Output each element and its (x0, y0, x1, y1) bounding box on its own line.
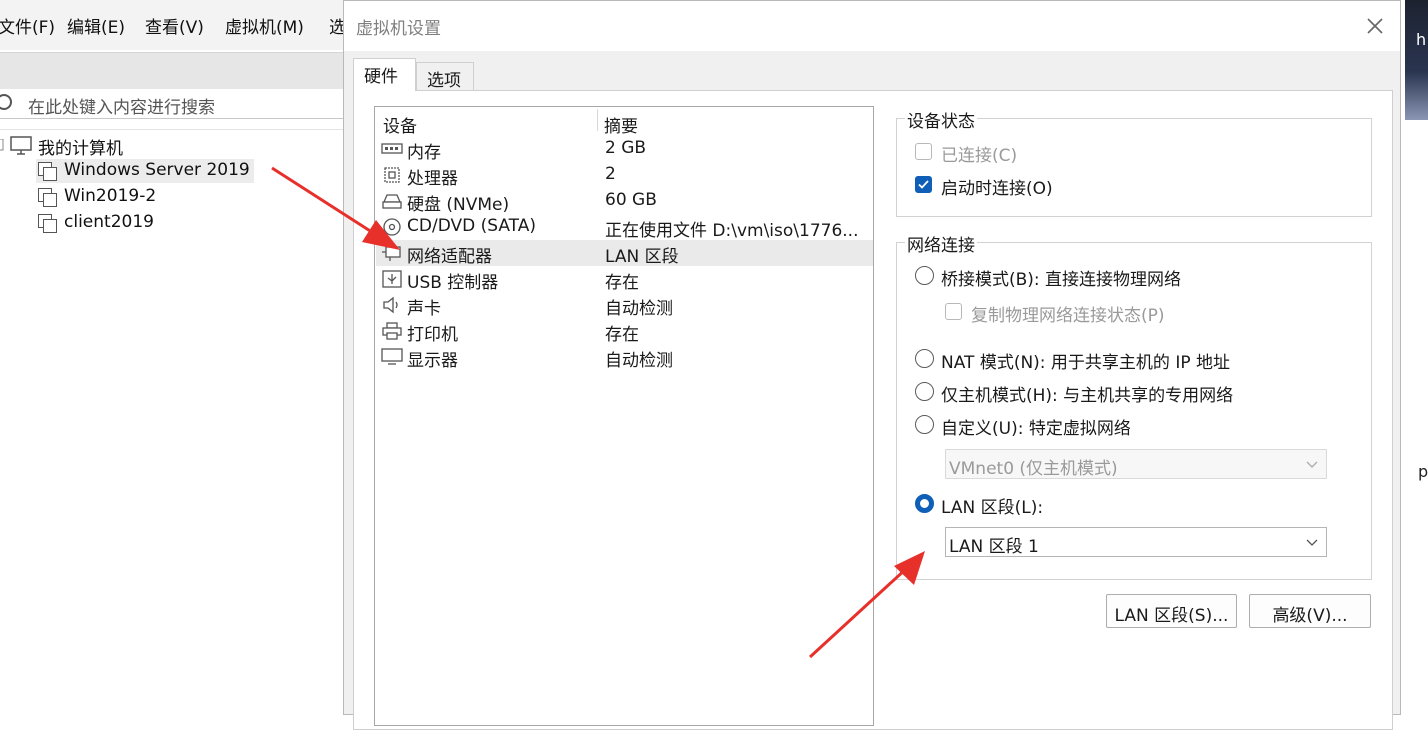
annotation-arrows (271, 166, 925, 659)
arrow-icon (271, 166, 400, 250)
arrow-icon (808, 551, 925, 659)
